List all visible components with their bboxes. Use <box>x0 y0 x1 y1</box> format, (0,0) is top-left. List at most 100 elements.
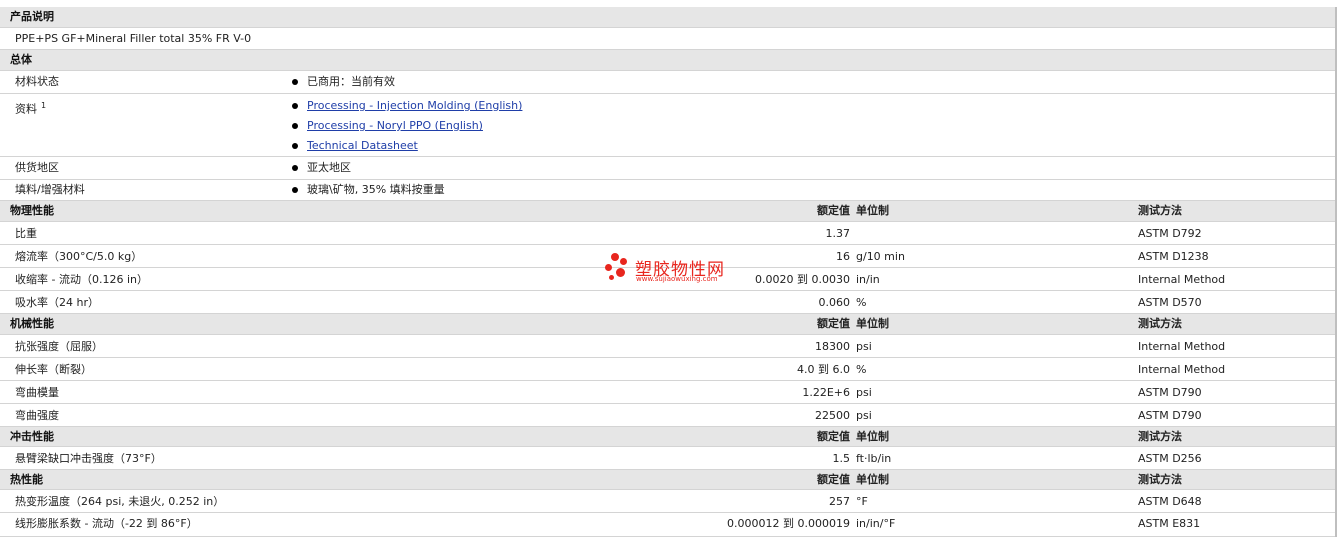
row-label-text: 资料 <box>15 102 37 116</box>
property-label: 抗张强度（屈服） <box>15 340 103 353</box>
property-test-method: Internal Method <box>1138 273 1226 286</box>
property-value: 0.0020 到 0.0030 <box>755 273 850 286</box>
row-label: 材料状态 <box>15 75 59 88</box>
property-unit: % <box>856 296 867 309</box>
logo-dot-icon <box>611 253 619 261</box>
section-header-general: 总体 <box>0 50 1337 71</box>
property-label: 线形膨胀系数 - 流动（-22 到 86°F） <box>15 517 198 530</box>
row-label: 资料 1 <box>15 94 46 122</box>
document-link-item[interactable]: Technical Datasheet <box>292 136 522 156</box>
datasheet-page: 产品说明 PPE+PS GF+Mineral Filler total 35% … <box>0 0 1337 537</box>
property-value: 18300 <box>815 340 850 353</box>
property-value: 257 <box>829 495 850 508</box>
column-header-test: 测试方法 <box>1138 204 1182 217</box>
property-row: 比重 1.37 ASTM D792 <box>0 222 1337 245</box>
bullet-icon <box>292 143 298 149</box>
column-header-unit: 单位制 <box>856 473 889 486</box>
property-unit: °F <box>856 495 868 508</box>
product-description: PPE+PS GF+Mineral Filler total 35% FR V-… <box>15 32 252 45</box>
property-label: 悬臂梁缺口冲击强度（73°F） <box>15 452 162 465</box>
section-header-impact: 冲击性能 额定值 单位制 测试方法 <box>0 427 1337 447</box>
section-title: 冲击性能 <box>10 430 54 443</box>
column-header-value: 额定值 <box>817 473 850 486</box>
property-unit: psi <box>856 340 872 353</box>
footnote-marker: 1 <box>41 101 47 110</box>
property-label: 热变形温度（264 psi, 未退火, 0.252 in） <box>15 495 225 508</box>
property-label: 比重 <box>15 227 37 240</box>
property-value: 4.0 到 6.0 <box>797 363 850 376</box>
property-value: 0.000012 到 0.000019 <box>727 517 850 530</box>
section-header-physical: 物理性能 额定值 单位制 测试方法 <box>0 201 1337 222</box>
property-label: 伸长率（断裂） <box>15 363 92 376</box>
property-value: 16 <box>836 250 850 263</box>
section-header-mechanical: 机械性能 额定值 单位制 测试方法 <box>0 314 1337 335</box>
property-row: 吸水率（24 hr） 0.060 % ASTM D570 <box>0 291 1337 314</box>
column-header-value: 额定值 <box>817 317 850 330</box>
property-test-method: ASTM D1238 <box>1138 250 1209 263</box>
property-unit: ft·lb/in <box>856 452 892 465</box>
property-row: 弯曲模量 1.22E+6 psi ASTM D790 <box>0 381 1337 404</box>
bullet-item: 亚太地区 <box>292 158 351 178</box>
property-row: 抗张强度（屈服） 18300 psi Internal Method <box>0 335 1337 358</box>
document-link-item[interactable]: Processing - Noryl PPO (English) <box>292 116 522 136</box>
property-value: 1.37 <box>825 227 851 240</box>
property-test-method: Internal Method <box>1138 340 1226 353</box>
column-header-test: 测试方法 <box>1138 430 1182 443</box>
column-header-unit: 单位制 <box>856 204 889 217</box>
property-test-method: ASTM D256 <box>1138 452 1202 465</box>
bullet-item: 玻璃\矿物, 35% 填料按重量 <box>292 180 445 200</box>
section-title: 机械性能 <box>10 317 54 330</box>
property-unit: psi <box>856 409 872 422</box>
property-row: 悬臂梁缺口冲击强度（73°F） 1.5 ft·lb/in ASTM D256 <box>0 447 1337 470</box>
property-label: 收缩率 - 流动（0.126 in） <box>15 273 148 286</box>
row-label: 填料/增强材料 <box>15 183 85 196</box>
property-row: 伸长率（断裂） 4.0 到 6.0 % Internal Method <box>0 358 1337 381</box>
general-row-material-status: 材料状态 已商用：当前有效 <box>0 71 1337 94</box>
property-test-method: ASTM D570 <box>1138 296 1202 309</box>
property-unit: psi <box>856 386 872 399</box>
watermark-url: www.sujiaowuxing.com <box>636 275 718 283</box>
bullet-icon <box>292 103 298 109</box>
property-test-method: ASTM D790 <box>1138 386 1202 399</box>
section-title: 物理性能 <box>10 204 54 217</box>
property-unit: in/in <box>856 273 880 286</box>
property-row: 热变形温度（264 psi, 未退火, 0.252 in） 257 °F AST… <box>0 490 1337 513</box>
column-header-unit: 单位制 <box>856 317 889 330</box>
property-unit: g/10 min <box>856 250 905 263</box>
section-header-thermal: 热性能 额定值 单位制 测试方法 <box>0 470 1337 490</box>
property-test-method: ASTM D792 <box>1138 227 1202 240</box>
general-row-filler: 填料/增强材料 玻璃\矿物, 35% 填料按重量 <box>0 180 1337 201</box>
section-title: 产品说明 <box>10 10 54 23</box>
property-test-method: ASTM E831 <box>1138 517 1201 530</box>
logo-dot-icon <box>609 275 614 280</box>
link-injection-molding[interactable]: Processing - Injection Molding (English) <box>307 99 522 112</box>
section-title: 总体 <box>10 53 32 66</box>
property-row: 弯曲强度 22500 psi ASTM D790 <box>0 404 1337 427</box>
link-noryl-ppo[interactable]: Processing - Noryl PPO (English) <box>307 119 483 132</box>
column-header-unit: 单位制 <box>856 430 889 443</box>
property-value: 1.5 <box>832 452 851 465</box>
property-row: 线形膨胀系数 - 流动（-22 到 86°F） 0.000012 到 0.000… <box>0 513 1337 537</box>
property-value: 0.060 <box>818 296 851 309</box>
section-title: 热性能 <box>10 473 43 486</box>
section-header-product: 产品说明 <box>0 7 1337 28</box>
column-header-value: 额定值 <box>817 204 850 217</box>
row-label: 供货地区 <box>15 161 59 174</box>
property-test-method: ASTM D648 <box>1138 495 1202 508</box>
property-value: 1.22E+6 <box>802 386 850 399</box>
property-unit: % <box>856 363 867 376</box>
logo-dot-icon <box>616 268 625 277</box>
property-label: 弯曲强度 <box>15 409 59 422</box>
column-header-test: 测试方法 <box>1138 473 1182 486</box>
property-test-method: Internal Method <box>1138 363 1226 376</box>
general-row-supply-region: 供货地区 亚太地区 <box>0 157 1337 180</box>
property-label: 熔流率（300°C/5.0 kg） <box>15 250 143 263</box>
bullet-icon <box>292 165 298 171</box>
product-description-row: PPE+PS GF+Mineral Filler total 35% FR V-… <box>0 28 1337 50</box>
property-test-method: ASTM D790 <box>1138 409 1202 422</box>
link-technical-datasheet[interactable]: Technical Datasheet <box>307 139 418 152</box>
document-link-item[interactable]: Processing - Injection Molding (English) <box>292 96 522 116</box>
bullet-item: 已商用：当前有效 <box>292 72 395 92</box>
property-label: 吸水率（24 hr） <box>15 296 99 309</box>
logo-dot-icon <box>605 264 612 271</box>
